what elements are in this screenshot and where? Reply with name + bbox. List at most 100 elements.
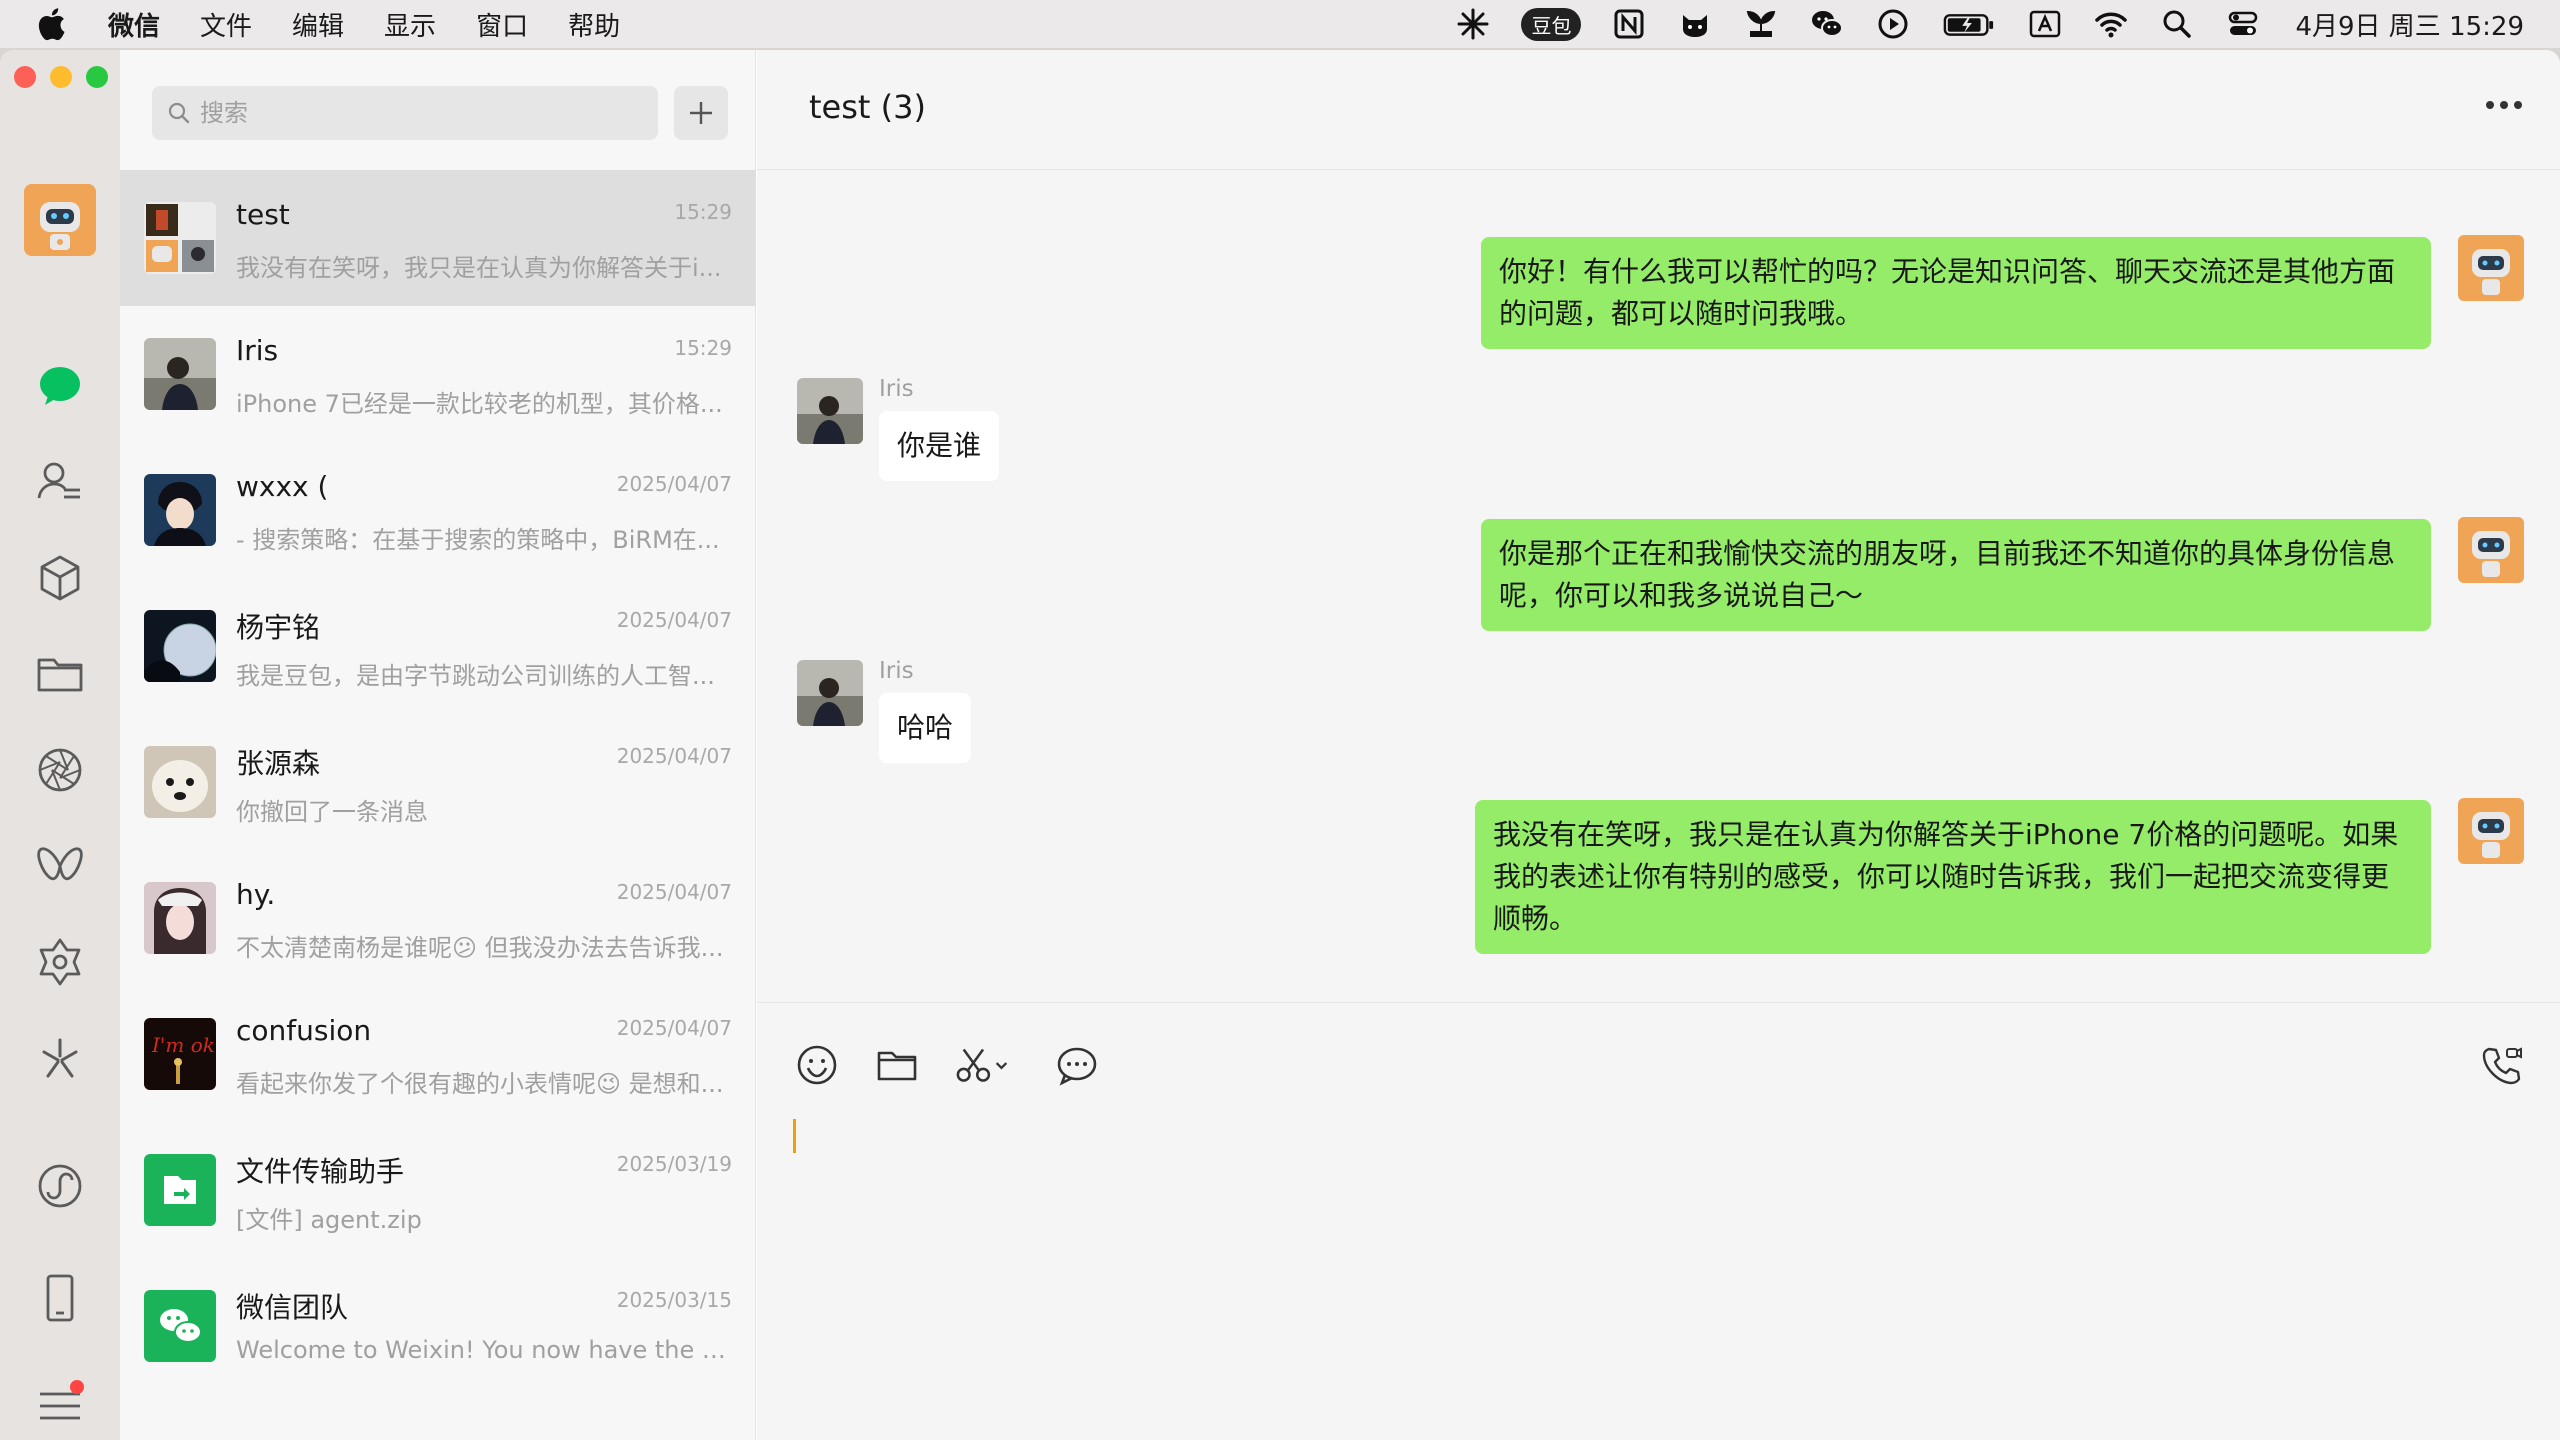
close-window-button[interactable]	[14, 66, 36, 88]
conversation-time: 2025/03/15	[616, 1288, 732, 1312]
conversation-preview: Welcome to Weixin! You now have the mos.…	[236, 1336, 736, 1364]
file-transfer-avatar	[144, 1154, 216, 1226]
files-folder-nav-icon[interactable]	[30, 644, 90, 704]
conversation-item-yang-yuming[interactable]: 杨宇铭 2025/04/07 我是豆包，是由字节跳动公司训练的人工智...	[120, 578, 756, 714]
channels-butterfly-nav-icon[interactable]	[30, 836, 90, 896]
settings-menu-nav-icon[interactable]	[30, 1376, 90, 1436]
notion-tray-icon[interactable]	[1611, 6, 1647, 42]
screenshot-button[interactable]	[953, 1041, 1017, 1089]
folder-icon	[877, 1051, 917, 1081]
contact-avatar	[144, 882, 216, 954]
moments-aperture-nav-icon[interactable]	[30, 740, 90, 800]
menubar-clock[interactable]: 4月9日 周三 15:29	[2295, 6, 2524, 43]
menu-file[interactable]: 文件	[200, 6, 252, 43]
input-method-icon[interactable]	[2027, 6, 2063, 42]
conversation-name: wxxx (	[236, 470, 329, 503]
conversation-name: 文件传输助手	[236, 1155, 405, 1188]
more-dots-icon	[2486, 101, 2522, 109]
conversation-preview: [文件] agent.zip	[236, 1206, 422, 1234]
contact-avatar	[144, 746, 216, 818]
search-input[interactable]	[200, 99, 640, 127]
menu-window[interactable]: 窗口	[476, 6, 528, 43]
message-bubble-incoming[interactable]: 哈哈	[879, 693, 972, 763]
message-area[interactable]: 你好！有什么我可以帮忙的吗？无论是知识问答、聊天交流还是其他方面的问题，都可以随…	[757, 171, 2560, 1001]
minimize-window-button[interactable]	[50, 66, 72, 88]
mini-programs-nav-icon[interactable]	[30, 1156, 90, 1216]
battery-icon[interactable]	[1941, 6, 1997, 42]
search-field[interactable]	[152, 86, 658, 140]
my-message-avatar[interactable]	[2458, 517, 2524, 583]
conversation-time: 2025/04/07	[616, 880, 732, 904]
send-file-button[interactable]	[873, 1041, 921, 1089]
menu-help[interactable]: 帮助	[568, 6, 620, 43]
phone-device-nav-icon[interactable]	[30, 1268, 90, 1328]
conversation-item-confusion[interactable]: I'm ok confusion 2025/04/07 看起来你发了个很有趣的小…	[120, 986, 756, 1122]
chat-header: test (3)	[757, 50, 2560, 170]
menu-view[interactable]: 显示	[384, 6, 436, 43]
conversation-preview: 不太清楚南杨是谁呢😕 但我没办法去告诉我...	[236, 934, 724, 962]
conversation-name: 微信团队	[236, 1291, 349, 1324]
menu-app-name[interactable]: 微信	[108, 6, 160, 43]
conversation-item-test[interactable]: test 15:29 我没有在笑呀，我只是在认真为你解答关于i...	[120, 170, 756, 306]
conversation-name: 张源森	[236, 747, 321, 780]
favorites-box-nav-icon[interactable]	[30, 548, 90, 608]
emoji-button[interactable]	[793, 1041, 841, 1089]
message-input[interactable]	[793, 1113, 2513, 1413]
conversation-preview: iPhone 7已经是一款比较老的机型，其价格...	[236, 390, 723, 418]
contact-avatar	[144, 338, 216, 410]
contact-avatar: I'm ok	[144, 1018, 216, 1090]
scissors-icon	[956, 1048, 1008, 1082]
conversation-name: hy.	[236, 878, 276, 911]
conversation-time: 2025/03/19	[616, 1152, 732, 1176]
conversation-item-hy[interactable]: hy. 2025/04/07 不太清楚南杨是谁呢😕 但我没办法去告诉我...	[120, 850, 756, 986]
conversation-item-iris[interactable]: Iris 15:29 iPhone 7已经是一款比较老的机型，其价格...	[120, 306, 756, 442]
control-center-icon[interactable]	[2225, 6, 2261, 42]
my-message-avatar[interactable]	[2458, 235, 2524, 301]
conversation-list: test 15:29 我没有在笑呀，我只是在认真为你解答关于i... Iris …	[120, 170, 756, 1394]
contacts-nav-icon[interactable]	[30, 452, 90, 512]
chat-bubble-icon	[1057, 1047, 1097, 1086]
message-bubble-outgoing[interactable]: 你好！有什么我可以帮忙的吗？无论是知识问答、聊天交流还是其他方面的问题，都可以随…	[1481, 237, 2431, 349]
conversation-preview: 看起来你发了个很有趣的小表情呢😉 是想和...	[236, 1070, 724, 1098]
message-bubble-incoming[interactable]: 你是谁	[879, 411, 1000, 481]
menu-bar: 微信 文件 编辑 显示 窗口 帮助 豆包 4月9日 周三 15:29	[0, 0, 2560, 48]
my-message-avatar[interactable]	[2458, 798, 2524, 864]
maximize-window-button[interactable]	[86, 66, 108, 88]
notification-dot	[70, 1380, 84, 1394]
play-circle-tray-icon[interactable]	[1875, 6, 1911, 42]
wechat-team-avatar	[144, 1290, 216, 1362]
conversation-item-zhang-yuansen[interactable]: 张源森 2025/04/07 你撤回了一条消息	[120, 714, 756, 850]
apple-menu-icon[interactable]	[36, 7, 90, 41]
svg-text:I'm ok: I'm ok	[151, 1033, 215, 1057]
wechat-window: test 15:29 我没有在笑呀，我只是在认真为你解答关于i... Iris …	[0, 50, 2560, 1440]
conversation-time: 2025/04/07	[616, 1016, 732, 1040]
plant-tray-icon[interactable]	[1743, 6, 1779, 42]
message-bubble-outgoing[interactable]: 我没有在笑呀，我只是在认真为你解答关于iPhone 7价格的问题呢。如果我的表述…	[1475, 800, 2431, 954]
start-group-chat-button[interactable]	[674, 86, 728, 140]
phone-call-icon	[2482, 1047, 2522, 1085]
search-icon	[168, 102, 190, 124]
sender-name: Iris	[879, 376, 914, 402]
my-profile-avatar[interactable]	[24, 184, 96, 256]
top-stories-nav-icon[interactable]	[30, 1028, 90, 1088]
menu-edit[interactable]: 编辑	[292, 6, 344, 43]
conversation-item-file-transfer[interactable]: 文件传输助手 2025/03/19 [文件] agent.zip	[120, 1122, 756, 1258]
wechat-tray-icon[interactable]	[1809, 6, 1845, 42]
contact-avatar	[144, 610, 216, 682]
cat-tray-icon[interactable]	[1677, 6, 1713, 42]
message-bubble-outgoing[interactable]: 你是那个正在和我愉快交流的朋友呀，目前我还不知道你的具体身份信息呢，你可以和我多…	[1481, 519, 2431, 631]
conversation-item-wxxx[interactable]: wxxx ( 2025/04/07 - 搜索策略：在基于搜索的策略中，BiRM在…	[120, 442, 756, 578]
iris-message-avatar[interactable]	[797, 660, 863, 726]
conversation-item-wechat-team[interactable]: 微信团队 2025/03/15 Welcome to Weixin! You n…	[120, 1258, 756, 1394]
voice-video-call-button[interactable]	[2477, 1041, 2525, 1089]
iris-message-avatar[interactable]	[797, 378, 863, 444]
chat-history-button[interactable]	[1053, 1041, 1101, 1089]
chats-nav-icon[interactable]	[30, 356, 90, 416]
spotlight-search-icon[interactable]	[2159, 6, 2195, 42]
doubao-tray-badge[interactable]: 豆包	[1521, 7, 1582, 41]
smiley-icon	[797, 1045, 837, 1085]
sparkle-tray-icon[interactable]	[1455, 6, 1491, 42]
wifi-icon[interactable]	[2093, 6, 2129, 42]
search-discover-nav-icon[interactable]	[30, 932, 90, 992]
more-options-button[interactable]	[2476, 90, 2532, 120]
